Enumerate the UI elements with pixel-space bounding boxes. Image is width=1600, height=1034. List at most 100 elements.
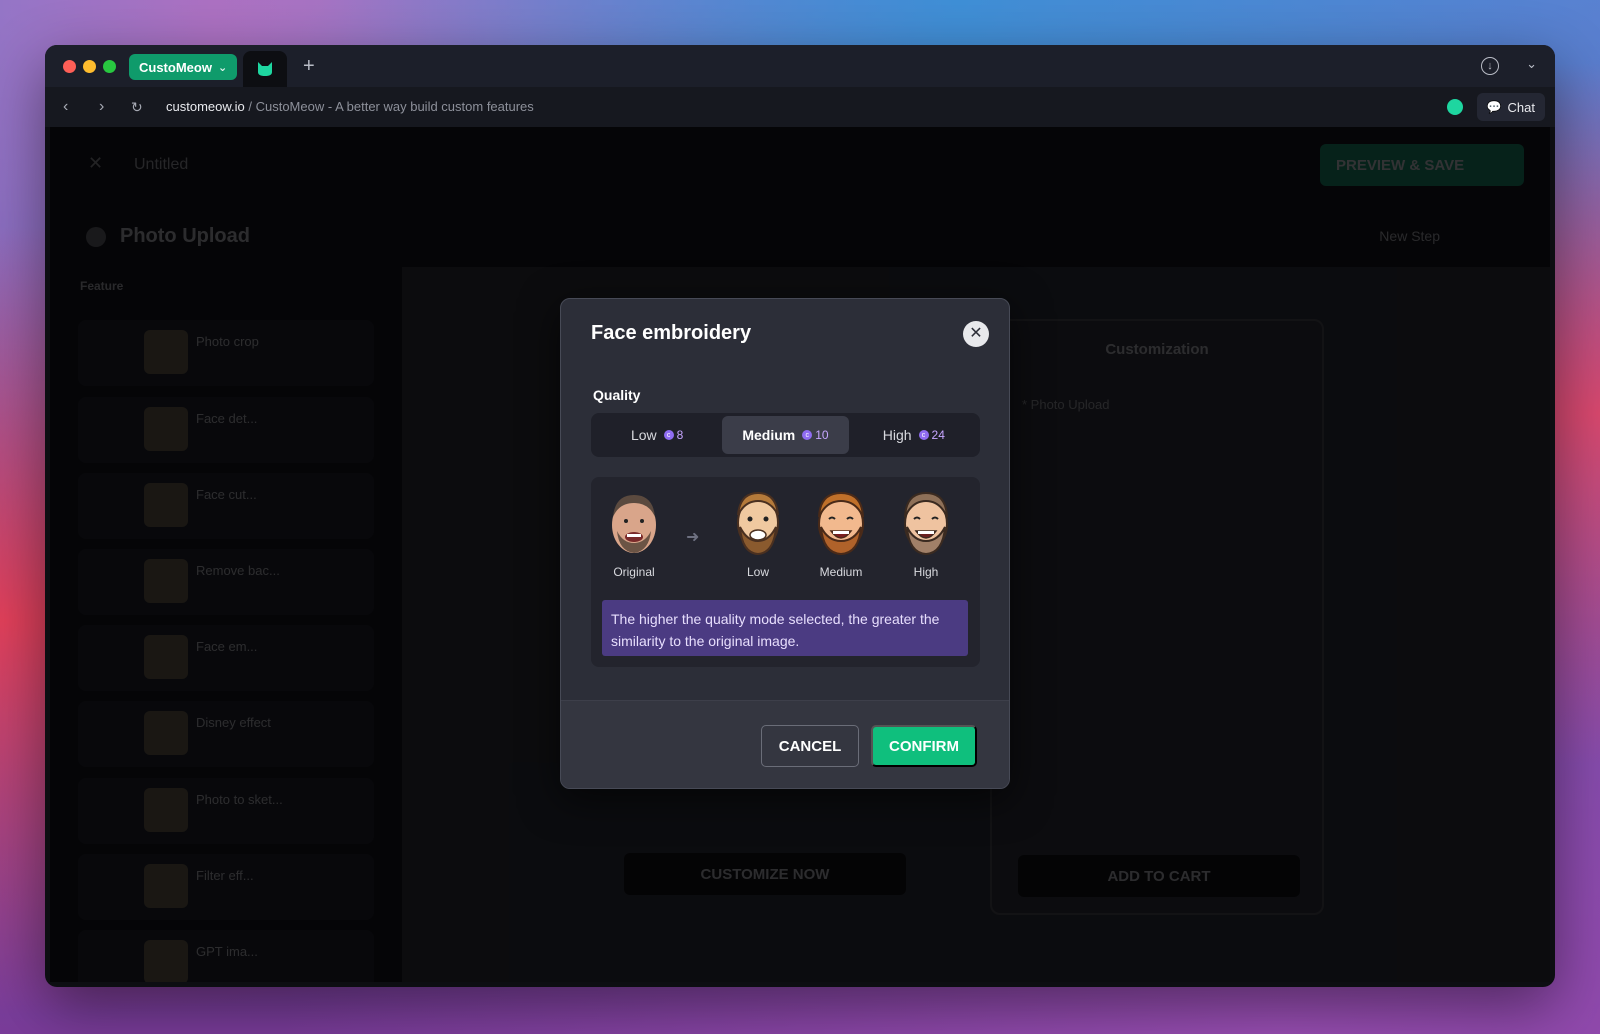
feature-thumbnail	[144, 864, 188, 908]
chevron-down-icon: ⌄	[217, 61, 228, 74]
minimize-window-button[interactable]	[83, 60, 96, 73]
embroidery-face-medium	[818, 491, 864, 556]
feature-thumbnail	[144, 407, 188, 451]
extension-icon[interactable]	[1447, 99, 1463, 115]
feature-heading: Feature	[80, 279, 124, 293]
feature-item[interactable]: Face det...	[78, 397, 374, 463]
face-embroidery-dialog: Face embroidery ✕ Quality Low c8 Medium …	[560, 298, 1010, 789]
credit-coin-icon: c	[663, 430, 674, 440]
credit-cost-value: 10	[815, 428, 829, 442]
feature-name: GPT ima...	[196, 944, 258, 959]
photo-upload-label: * Photo Upload	[1022, 397, 1110, 412]
preview-high: High	[891, 491, 961, 579]
feature-item[interactable]: Remove bac...	[78, 549, 374, 615]
original-photo-face	[612, 495, 656, 553]
feature-name: Remove bac...	[196, 563, 280, 578]
url-field[interactable]: customeow.io / CustoMeow - A better way …	[166, 99, 534, 114]
new-step-button[interactable]: New Step	[1379, 228, 1440, 244]
title-bar: CustoMeow ⌄ + ↓ ⌄	[45, 45, 1555, 87]
feature-name: Photo crop	[196, 334, 259, 349]
feature-thumbnail	[144, 635, 188, 679]
maximize-window-button[interactable]	[103, 60, 116, 73]
embroidery-face-low	[737, 491, 779, 556]
credit-cost: c 10	[802, 428, 829, 442]
confirm-button[interactable]: CONFIRM	[871, 725, 977, 767]
step-icon	[86, 227, 106, 247]
close-icon[interactable]: ✕	[963, 321, 989, 347]
close-editor-icon[interactable]: ✕	[88, 153, 103, 174]
quality-option-high[interactable]: High c 24	[851, 416, 977, 454]
feature-item[interactable]: Photo crop	[78, 320, 374, 386]
credit-cost-value: 24	[931, 428, 945, 442]
feature-name: Disney effect	[196, 715, 271, 730]
preview-label: Original	[613, 565, 655, 579]
feature-thumbnail	[144, 483, 188, 527]
quality-option-label: Medium	[742, 427, 796, 443]
feature-thumbnail	[144, 940, 188, 982]
customization-card: Customization * Photo Upload ADD TO CART	[990, 319, 1324, 915]
url-domain: customeow.io	[166, 99, 245, 114]
editor-topbar: ✕ Untitled PREVIEW & SAVE	[50, 127, 1550, 199]
tab-list-chevron-icon[interactable]: ⌄	[1526, 56, 1537, 72]
arrow-right-icon: ➜	[686, 529, 700, 546]
preview-medium: Medium	[806, 491, 876, 579]
credit-coin-icon: c	[918, 430, 929, 440]
quality-info-note: The higher the quality mode selected, th…	[602, 600, 968, 656]
forward-icon[interactable]: ›	[99, 97, 104, 117]
feature-item[interactable]: Filter eff...	[78, 854, 374, 920]
feature-name: Face cut...	[196, 487, 257, 502]
feature-item[interactable]: GPT ima...	[78, 930, 374, 982]
feature-name: Filter eff...	[196, 868, 254, 883]
cat-icon	[258, 62, 272, 76]
step-title: Photo Upload	[120, 225, 250, 247]
preview-label: Low	[746, 565, 769, 579]
feature-item[interactable]: Disney effect	[78, 701, 374, 767]
feature-thumbnail	[144, 711, 188, 755]
cancel-button[interactable]: CANCEL	[761, 725, 859, 767]
back-icon[interactable]: ‹	[63, 97, 68, 117]
preview-save-button[interactable]: PREVIEW & SAVE	[1320, 144, 1524, 186]
credit-cost: c 24	[918, 428, 945, 442]
customization-title: Customization	[1105, 341, 1209, 358]
quality-option-low[interactable]: Low c8	[594, 416, 720, 454]
address-bar: ‹ › ↻ customeow.io / CustoMeow - A bette…	[45, 87, 1555, 127]
feature-thumbnail	[144, 788, 188, 832]
embroidery-face-high	[904, 491, 948, 556]
quality-preview: Original ➜ Low Medium High The higher th…	[591, 477, 980, 667]
add-to-cart-button[interactable]: ADD TO CART	[1018, 855, 1300, 897]
dialog-footer: CANCEL CONFIRM	[561, 700, 1009, 788]
feature-item[interactable]: Photo to sket...	[78, 778, 374, 844]
close-window-button[interactable]	[63, 60, 76, 73]
profile-label: CustoMeow	[139, 59, 212, 75]
preview-label: Medium	[819, 565, 863, 579]
quality-option-label: High	[882, 427, 912, 443]
credit-cost-value: 8	[676, 428, 684, 442]
download-icon[interactable]: ↓	[1481, 57, 1499, 75]
profile-switcher[interactable]: CustoMeow ⌄	[129, 54, 238, 80]
feature-name: Photo to sket...	[196, 792, 283, 807]
chat-label: Chat	[1507, 99, 1535, 115]
feature-item[interactable]: Face em...	[78, 625, 374, 691]
quality-label: Quality	[593, 387, 641, 403]
url-path: / CustoMeow - A better way build custom …	[244, 99, 534, 114]
reload-icon[interactable]: ↻	[131, 97, 143, 117]
feature-name: Face det...	[196, 411, 258, 426]
feature-thumbnail	[144, 559, 188, 603]
dialog-title: Face embroidery	[591, 322, 752, 344]
preview-low: Low	[723, 491, 793, 579]
browser-tab[interactable]	[243, 51, 287, 87]
preview-label: High	[913, 565, 939, 579]
preview-original: Original	[599, 491, 669, 579]
new-tab-button[interactable]: +	[303, 54, 315, 78]
feature-item[interactable]: Face cut...	[78, 473, 374, 539]
document-title[interactable]: Untitled	[134, 156, 188, 174]
chat-button[interactable]: 💬 Chat	[1476, 93, 1545, 121]
credit-coin-icon: c	[802, 430, 813, 440]
credit-cost: c8	[663, 428, 684, 442]
chat-bubble-icon: 💬	[1486, 100, 1502, 114]
feature-name: Face em...	[196, 639, 258, 654]
quality-selector: Low c8 Medium c 10 High c 24	[591, 413, 980, 457]
customize-now-button[interactable]: CUSTOMIZE NOW	[624, 853, 906, 895]
quality-option-medium[interactable]: Medium c 10	[722, 416, 849, 454]
feature-thumbnail	[144, 330, 188, 374]
